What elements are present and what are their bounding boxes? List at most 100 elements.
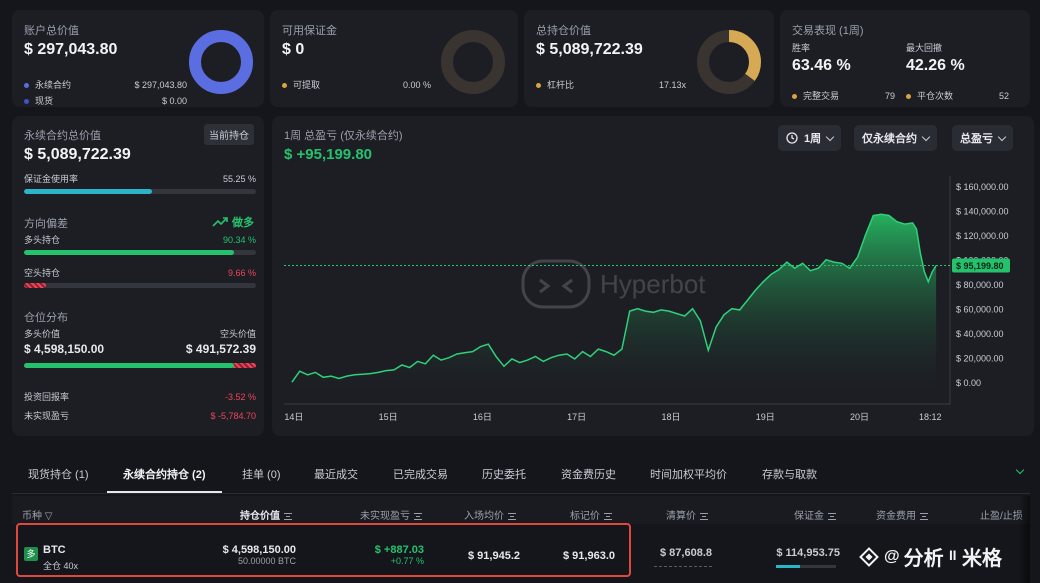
card-label: 可用保证金 [282,25,337,37]
panel-value: $ 5,089,722.39 [24,146,131,163]
card-available-margin: 可用保证金 $ 0 可提取 0.00 % [270,10,518,107]
y-tick-label: $ 160,000.00 [956,182,1009,192]
mark-price: $ 91,963.0 [563,550,615,562]
tab-0[interactable]: 现货持仓 (1) [28,466,89,482]
x-tick-label: 16日 [473,412,492,422]
tab-6[interactable]: 资金费历史 [561,466,616,482]
col-mark-price[interactable]: 标记价 [570,507,612,522]
tab-4[interactable]: 已完成交易 [393,466,448,482]
position-value: $ 4,598,150.00 50.00000 BTC [222,544,296,566]
col-liq-price[interactable]: 清算价 [666,507,708,522]
tab-2[interactable]: 挂单 (0) [242,466,281,482]
y-tick-label: $ 20,000.00 [956,354,1004,364]
card-value: $ 0 [282,41,305,58]
distribution-values-row: $ 4,598,150.00 $ 491,572.39 [24,342,256,356]
roi-row: 投资回报率 -3.52 % [24,391,256,403]
position-ring [697,30,761,94]
filter-icon: ▽ [44,511,53,522]
chevron-down-icon [997,132,1007,141]
col-entry-price[interactable]: 入场均价 [464,507,516,522]
margin-ring [441,30,505,94]
symbol[interactable]: BTC [43,544,66,556]
card-value: $ 297,043.80 [24,41,118,58]
y-tick-label: $ 80,000.00 [956,280,1004,290]
scope-select[interactable]: 仅永续合约 [854,125,937,151]
sort-icon [920,512,928,520]
sort-icon [508,512,516,520]
chevron-down-icon [825,132,835,141]
x-tick-label: 18:12 [919,412,942,422]
bias-indicator: 做多 [212,214,254,230]
trades-row: 完整交易 79 [792,89,895,102]
long-badge: 多 [24,547,38,561]
closes-row: 平仓次数 52 [906,89,1009,102]
upnl: $ +887.03 +0.77 % [374,544,424,566]
col-position-value[interactable]: 持仓价值 [240,507,292,522]
entry-price: $ 91,945.2 [468,550,520,562]
account-row-spot: 现货 $ 0.00 [24,94,187,107]
perp-summary-panel: 永续合约总价值 当前持仓 $ 5,089,722.39 保证金使用率 55.25 … [12,116,264,436]
current-positions-badge[interactable]: 当前持仓 [204,124,254,145]
chevron-down-icon[interactable] [1015,465,1025,475]
x-tick-label: 20日 [850,412,869,422]
margin-value: $ 114,953.75 [776,547,840,559]
metric-select[interactable]: 总盈亏 [952,125,1013,151]
bias-label: 方向偏差 [24,218,68,230]
col-symbol[interactable]: 币种 ▽ [22,507,52,522]
chart-watermark: Hyperbot [520,258,706,310]
chart-title: 1周 总盈亏 (仅永续合约) [284,130,403,142]
sort-icon [284,512,292,520]
tab-5[interactable]: 历史委托 [482,466,526,482]
sort-icon [700,512,708,520]
card-account-value: 账户总价值 $ 297,043.80 永续合约 $ 297,043.80 现货 $ … [12,10,264,107]
tab-1[interactable]: 永续合约持仓 (2) [123,466,206,482]
y-tick-label: $ 60,000.00 [956,305,1004,315]
account-row-perp: 永续合约 $ 297,043.80 [24,78,187,91]
account-ring [189,30,253,94]
current-value-label: $ 95,199.80 [956,261,1004,271]
chevron-down-icon [921,132,931,141]
hyperbot-logo-icon [521,259,591,309]
tab-8[interactable]: 存款与取款 [762,466,817,482]
long-row: 多头持仓 90.34 % [24,234,256,246]
tab-7[interactable]: 时间加权平均价 [650,466,727,482]
ring-fill [189,30,253,94]
col-funding[interactable]: 资金费用 [876,507,928,522]
x-tick-label: 14日 [284,412,303,422]
distribution-label: 仓位分布 [24,312,68,324]
clock-icon [786,132,798,144]
sort-icon [828,512,836,520]
sort-icon [604,512,612,520]
x-tick-label: 15日 [379,412,398,422]
card-position-value: 总持仓价值 $ 5,089,722.39 杠杆比 17.13x [524,10,774,107]
liq-underline [654,566,712,567]
margin-mini-bar [776,565,836,568]
winrate-value: 63.46 % [792,57,851,74]
sort-icon [414,512,422,520]
margin-mode: 全仓 40x [43,561,79,571]
winrate-label: 胜率 [792,43,811,53]
trend-up-icon [212,217,228,227]
card-label: 交易表现 (1周) [792,25,864,37]
short-row: 空头持仓 9.66 % [24,267,256,279]
short-bar [24,283,256,288]
col-tpsl[interactable]: 止盈/止损 [980,507,1023,522]
margin-row-withdrawable: 可提取 0.00 % [282,78,431,91]
card-label: 总持仓价值 [536,25,591,37]
tab-3[interactable]: 最近成交 [314,466,358,482]
drawdown-label: 最大回撤 [906,43,943,53]
y-tick-label: $ 40,000.00 [956,329,1004,339]
liq-price: $ 87,608.8 [660,547,712,559]
position-row-leverage: 杠杆比 17.13x [536,78,686,91]
y-tick-label: $ 120,000.00 [956,231,1009,241]
long-bar [24,250,256,255]
col-margin[interactable]: 保证金 [794,507,836,522]
margin-usage-row: 保证金使用率 55.25 % [24,173,256,185]
brand-overlay: @ 分析 ᴵᴵ 米格 [858,542,1002,571]
panel-title: 永续合约总价值 [24,130,101,142]
period-select[interactable]: 1周 [778,125,842,151]
tabs-divider [12,493,1030,494]
col-upnl[interactable]: 未实现盈亏 [360,507,422,522]
distribution-bar [24,363,256,368]
x-tick-label: 18日 [661,412,680,422]
